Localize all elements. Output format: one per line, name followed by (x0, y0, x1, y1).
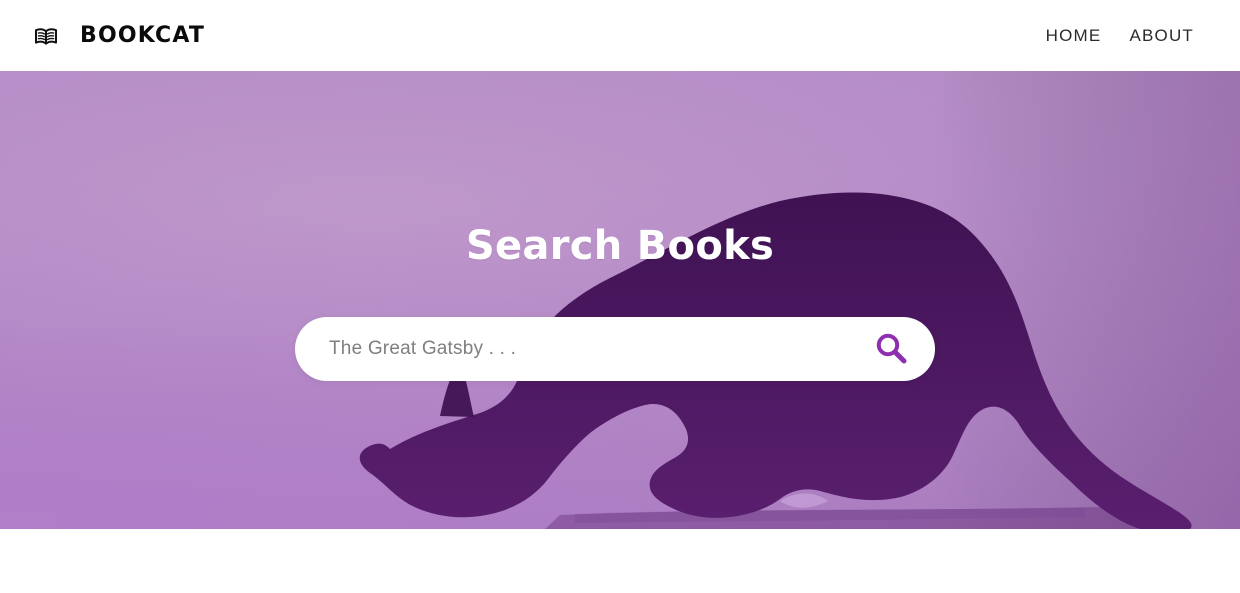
page-body (0, 529, 1240, 593)
hero-content: Search Books (0, 71, 1240, 529)
hero: Search Books (0, 71, 1240, 529)
search-input[interactable] (329, 338, 873, 360)
search-bar (295, 317, 935, 381)
search-button[interactable] (873, 331, 909, 367)
site-header: BOOKCAT HOME ABOUT (0, 0, 1240, 71)
brand-name: BOOKCAT (80, 23, 206, 48)
top-nav: HOME ABOUT (1046, 26, 1194, 46)
open-book-icon (34, 26, 60, 46)
search-icon (874, 331, 908, 368)
brand[interactable]: BOOKCAT (34, 23, 205, 48)
nav-link-about[interactable]: ABOUT (1129, 26, 1194, 46)
nav-link-home[interactable]: HOME (1046, 26, 1102, 46)
hero-title: Search Books (465, 223, 775, 269)
